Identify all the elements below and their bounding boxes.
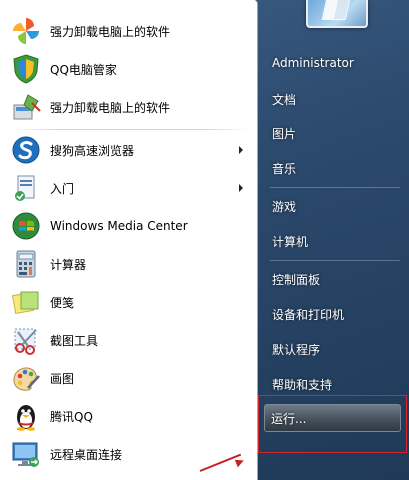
- place-pictures[interactable]: 图片: [258, 118, 409, 148]
- place-default-programs[interactable]: 默认程序: [258, 334, 409, 364]
- program-item-tencent-qq[interactable]: 腾讯QQ: [6, 399, 249, 433]
- getting-started-icon: [10, 172, 42, 204]
- shield-icon: [10, 53, 42, 85]
- place-computer[interactable]: 计算机: [258, 226, 409, 256]
- program-label: 截图工具: [50, 333, 99, 348]
- program-item-sticky-notes[interactable]: 便笺: [6, 285, 249, 319]
- snipping-tool-icon: [10, 324, 42, 356]
- program-item-getting-started[interactable]: 入门: [6, 171, 249, 205]
- program-item-media-center[interactable]: Windows Media Center: [6, 209, 249, 243]
- program-item-paint[interactable]: 画图: [6, 361, 249, 395]
- media-center-icon: [10, 210, 42, 242]
- sticky-notes-icon: [10, 286, 42, 318]
- program-label: Windows Media Center: [50, 219, 188, 233]
- pinwheel-icon: [10, 15, 42, 47]
- program-label: 搜狗高速浏览器: [50, 143, 135, 158]
- submenu-arrow-icon[interactable]: [239, 184, 243, 192]
- program-label: 强力卸载电脑上的软件: [50, 24, 171, 39]
- program-label: 强力卸载电脑上的软件: [50, 100, 171, 115]
- sogou-browser-icon: [10, 134, 42, 166]
- place-administrator[interactable]: Administrator: [258, 48, 409, 78]
- programs-panel: 强力卸载电脑上的软件 QQ电脑管家 强力卸载电脑上的软件 搜狗高速浏览器 入门 …: [0, 0, 258, 480]
- program-label: 入门: [50, 181, 75, 196]
- program-label: QQ电脑管家: [50, 62, 117, 77]
- paint-icon: [10, 362, 42, 394]
- places-separator: [270, 187, 400, 188]
- program-label: 画图: [50, 371, 75, 386]
- menu-separator: [12, 129, 250, 130]
- program-label: 便笺: [50, 295, 75, 310]
- calculator-icon: [10, 248, 42, 280]
- program-item-uninstaller-2[interactable]: 强力卸载电脑上的软件: [6, 90, 249, 124]
- program-item-snipping-tool[interactable]: 截图工具: [6, 323, 249, 357]
- program-label: 计算器: [50, 257, 87, 272]
- places-separator: [270, 260, 400, 261]
- program-item-uninstaller-1[interactable]: 强力卸载电脑上的软件: [6, 14, 249, 48]
- program-item-calculator[interactable]: 计算器: [6, 247, 249, 281]
- qq-penguin-icon: [10, 400, 42, 432]
- remote-desktop-icon: [10, 438, 42, 470]
- place-devices-printers[interactable]: 设备和打印机: [258, 299, 409, 329]
- place-games[interactable]: 游戏: [258, 191, 409, 221]
- place-documents[interactable]: 文档: [258, 84, 409, 114]
- program-item-qq-pc-manager[interactable]: QQ电脑管家: [6, 52, 249, 86]
- uninstall-icon: [10, 91, 42, 123]
- place-control-panel[interactable]: 控制面板: [258, 264, 409, 294]
- program-item-sogou-browser[interactable]: 搜狗高速浏览器: [6, 133, 249, 167]
- submenu-arrow-icon[interactable]: [239, 146, 243, 154]
- program-label: 远程桌面连接: [50, 447, 123, 462]
- program-label: 腾讯QQ: [50, 409, 93, 424]
- place-music[interactable]: 音乐: [258, 153, 409, 183]
- highlight-frame: [258, 395, 407, 453]
